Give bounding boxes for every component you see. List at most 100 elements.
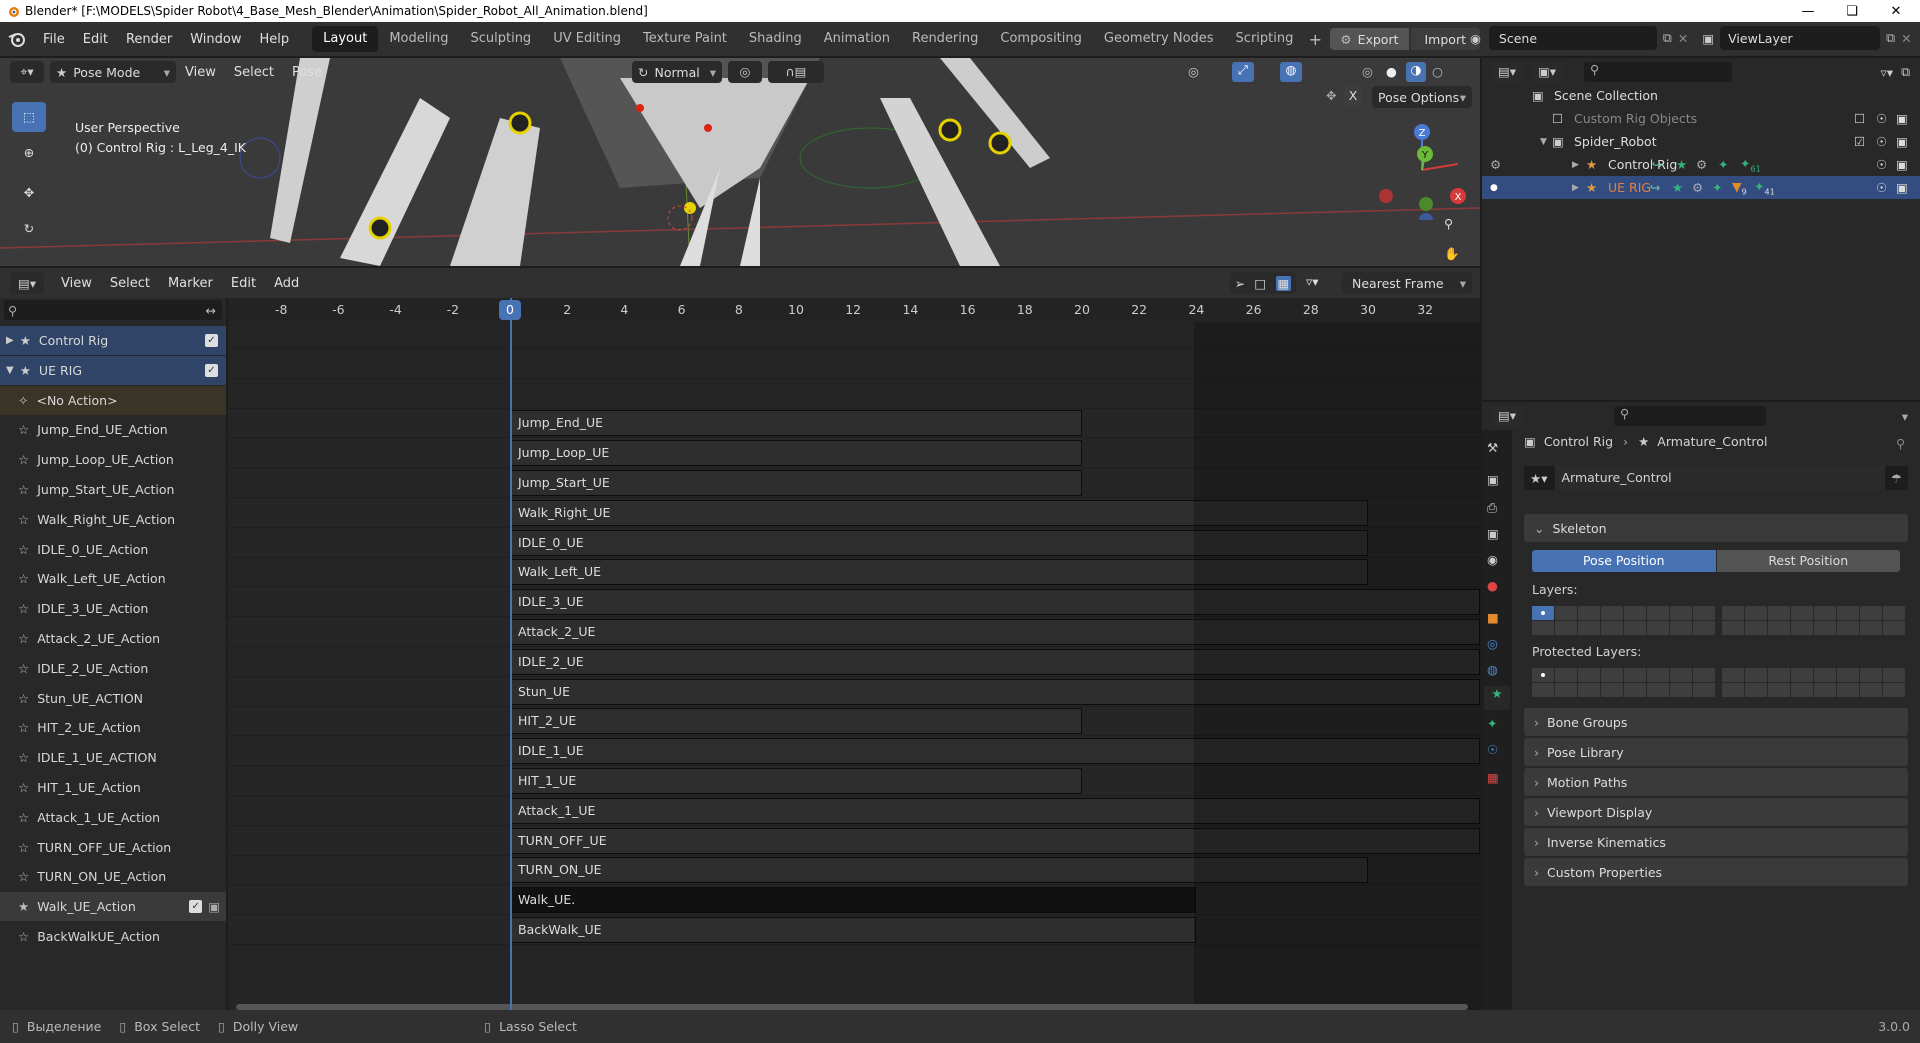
timeline-ruler[interactable]: -8-6-4-202468101214161820222426283032 bbox=[228, 298, 1480, 322]
menu-render[interactable]: Render bbox=[117, 32, 181, 47]
action-strip[interactable]: Walk_UE. bbox=[510, 887, 1197, 914]
object-tab-icon[interactable]: ■ bbox=[1487, 610, 1499, 625]
properties-editor-type-button[interactable]: ▤▾ bbox=[1490, 405, 1524, 427]
expand-arrow-icon[interactable]: ▶ bbox=[1572, 160, 1579, 170]
layer-cell[interactable] bbox=[1860, 606, 1882, 620]
minimize-icon[interactable]: — bbox=[1786, 0, 1830, 22]
tab-animation[interactable]: Animation bbox=[813, 26, 901, 52]
channel-track-row[interactable]: ☆ Attack_1_UE_Action bbox=[0, 803, 226, 832]
layer-cell[interactable] bbox=[1791, 683, 1813, 697]
chevron-icon[interactable]: ▶ bbox=[6, 335, 14, 346]
layer-cell[interactable] bbox=[1860, 683, 1882, 697]
layer-cell[interactable] bbox=[1722, 621, 1744, 635]
layer-cell[interactable] bbox=[1883, 683, 1905, 697]
channel-track-row[interactable]: ☆ TURN_OFF_UE_Action bbox=[0, 833, 226, 862]
menu-help[interactable]: Help bbox=[251, 32, 299, 47]
layer-cell[interactable] bbox=[1601, 621, 1623, 635]
select-box-tool-icon[interactable]: ⬚ bbox=[12, 102, 46, 132]
cursor-tool-icon[interactable]: ⊕ bbox=[12, 138, 46, 168]
fake-user-shield-icon[interactable]: ☂ bbox=[1891, 471, 1902, 486]
shading-rendered-icon[interactable]: ○ bbox=[1432, 64, 1443, 79]
eye-icon[interactable]: ☉ bbox=[1876, 134, 1887, 149]
camera-icon[interactable]: ▣ bbox=[1896, 111, 1908, 126]
tool-tab-icon[interactable]: ⚒ bbox=[1487, 440, 1498, 455]
chevron-icon[interactable]: ▼ bbox=[6, 365, 14, 376]
rotate-tool-icon[interactable]: ↻ bbox=[12, 214, 46, 244]
box-select-icon[interactable]: □ bbox=[1254, 276, 1266, 291]
layer-cell[interactable] bbox=[1647, 683, 1669, 697]
layer-cell[interactable] bbox=[1860, 668, 1882, 682]
channel-object-row[interactable]: ▶ ★ Control Rig ✓ bbox=[0, 326, 226, 355]
panel-header[interactable]: › Viewport Display bbox=[1524, 798, 1908, 826]
channel-track-row[interactable]: ☆ Jump_End_UE_Action bbox=[0, 415, 226, 444]
channel-track-row[interactable]: ☆ TURN_ON_UE_Action bbox=[0, 862, 226, 891]
mode-selector[interactable]: ★ Pose Mode ▾ bbox=[50, 61, 176, 83]
layer-cell[interactable] bbox=[1578, 606, 1600, 620]
pose-x-mirror-icon[interactable]: ✥ bbox=[1326, 88, 1336, 103]
layer-cell[interactable] bbox=[1693, 621, 1715, 635]
outliner-row[interactable]: ▶ ★ UE RIG ☉ ▣ ↪ ★ ⚙ ✦ ▼9 ✦41 ● bbox=[1482, 176, 1920, 199]
world-tab-icon[interactable]: ● bbox=[1487, 578, 1498, 593]
viewlayer-remove-icon[interactable]: ✕ bbox=[1901, 31, 1911, 46]
camera-icon[interactable]: ▣ bbox=[1896, 157, 1908, 172]
pan-hand-icon[interactable]: ✋ bbox=[1444, 246, 1460, 262]
channel-track-row[interactable]: ☆ Walk_Left_UE_Action bbox=[0, 564, 226, 593]
layer-cell[interactable] bbox=[1837, 606, 1859, 620]
layer-cell[interactable] bbox=[1745, 621, 1767, 635]
channel-track-row[interactable]: ☆ IDLE_2_UE_Action bbox=[0, 654, 226, 683]
layer-cell[interactable] bbox=[1693, 606, 1715, 620]
action-strip[interactable]: HIT_1_UE bbox=[510, 768, 1082, 794]
channel-action-line[interactable]: ✧ <No Action> bbox=[0, 385, 226, 415]
armature-data-selector[interactable]: ★▾ Armature_Control ☂ bbox=[1524, 466, 1908, 490]
viewlayer-copy-icon[interactable]: ⧉ bbox=[1886, 30, 1895, 46]
layer-cell[interactable] bbox=[1860, 621, 1882, 635]
layer-cell[interactable] bbox=[1670, 621, 1692, 635]
texture-tab-icon[interactable]: ▦ bbox=[1487, 770, 1499, 785]
panel-header[interactable]: › Custom Properties bbox=[1524, 858, 1908, 886]
layer-cell[interactable] bbox=[1555, 621, 1577, 635]
layer-cell[interactable] bbox=[1883, 606, 1905, 620]
armature-data-tab-icon[interactable]: ★ bbox=[1484, 686, 1510, 710]
xray-icon[interactable]: ◎ bbox=[1188, 64, 1199, 79]
action-strip[interactable]: Jump_Loop_UE bbox=[510, 440, 1082, 467]
export-button[interactable]: ⚙ Export bbox=[1330, 28, 1409, 50]
layer-cell[interactable] bbox=[1693, 683, 1715, 697]
expand-arrow-icon[interactable]: ▶ bbox=[1572, 183, 1579, 193]
viewport-menu-pose[interactable]: Pose bbox=[283, 65, 331, 80]
checkbox-icon[interactable]: ✓ bbox=[189, 900, 203, 914]
channel-track-row[interactable]: ☆ HIT_2_UE_Action bbox=[0, 713, 226, 742]
current-frame-indicator[interactable]: 0 bbox=[499, 300, 521, 320]
layer-cell[interactable] bbox=[1745, 668, 1767, 682]
layer-cell[interactable] bbox=[1670, 683, 1692, 697]
dopesheet-menu-marker[interactable]: Marker bbox=[159, 276, 222, 291]
tab-sculpting[interactable]: Sculpting bbox=[459, 26, 542, 52]
eye-icon[interactable]: ☉ bbox=[1876, 111, 1887, 126]
scene-copy-icon[interactable]: ⧉ bbox=[1663, 30, 1672, 46]
menu-window[interactable]: Window bbox=[181, 32, 250, 47]
layer-cell[interactable] bbox=[1791, 668, 1813, 682]
editor-type-button[interactable]: ⌖▾ bbox=[10, 61, 44, 83]
layer-cell[interactable] bbox=[1578, 621, 1600, 635]
viewlayer-selector[interactable]: ViewLayer bbox=[1720, 26, 1881, 50]
channel-track-row[interactable]: ☆ IDLE_1_UE_ACTION bbox=[0, 743, 226, 772]
channel-track-row[interactable]: ☆ Stun_UE_ACTION bbox=[0, 684, 226, 713]
dopesheet-editor-type-button[interactable]: ▤▾ bbox=[10, 272, 44, 294]
layer-cell[interactable] bbox=[1624, 683, 1646, 697]
dopesheet-menu-edit[interactable]: Edit bbox=[222, 276, 265, 291]
shading-solid-icon[interactable]: ● bbox=[1386, 64, 1397, 79]
properties-search-input[interactable]: ⚲ bbox=[1614, 406, 1766, 426]
physics-tab-icon[interactable]: ◎ bbox=[1487, 636, 1498, 651]
checkbox-icon[interactable]: ✓ bbox=[205, 363, 218, 377]
scene-tab-icon[interactable]: ◉ bbox=[1487, 552, 1498, 567]
panel-header[interactable]: › Inverse Kinematics bbox=[1524, 828, 1908, 856]
layer-cell[interactable] bbox=[1601, 606, 1623, 620]
outliner-editor-type-button[interactable]: ▤▾ bbox=[1490, 61, 1524, 83]
add-workspace-icon[interactable]: + bbox=[1304, 28, 1326, 50]
nla-tracks[interactable]: Jump_End_UE Jump_Loop_UE Jump_Start_UE Walk… bbox=[228, 322, 1480, 1010]
layer-cell[interactable] bbox=[1670, 668, 1692, 682]
layer-cell[interactable] bbox=[1647, 621, 1669, 635]
layer-cell[interactable] bbox=[1745, 683, 1767, 697]
layer-cell[interactable] bbox=[1837, 683, 1859, 697]
channel-track-row[interactable]: ☆ IDLE_0_UE_Action bbox=[0, 535, 226, 564]
layer-cell[interactable] bbox=[1722, 668, 1744, 682]
